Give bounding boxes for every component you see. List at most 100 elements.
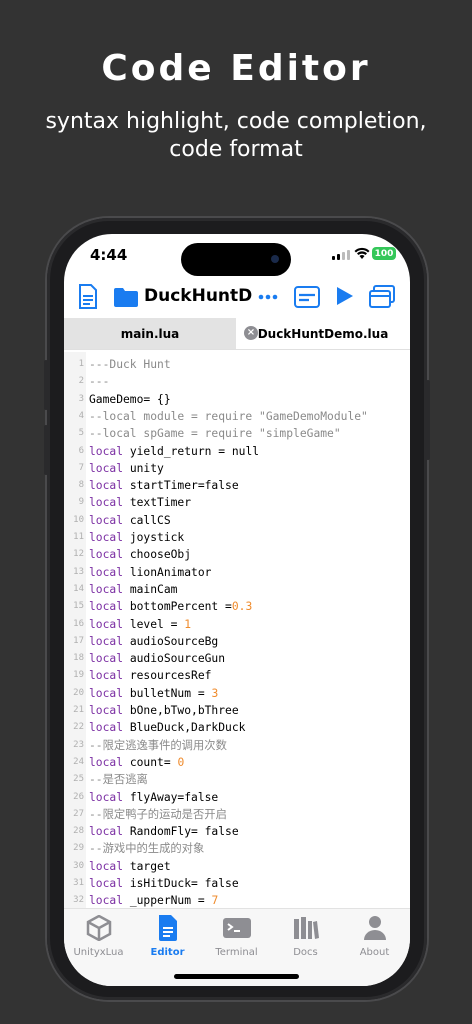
- code-text: local textTimer: [89, 494, 191, 511]
- code-line: 12 local chooseObj: [64, 546, 410, 563]
- line-number: 3: [78, 393, 84, 404]
- code-line: 9 local textTimer: [64, 494, 410, 511]
- code-line: 14 local mainCam: [64, 581, 410, 598]
- code-line: 4 --local module = require "GameDemoModul…: [64, 408, 410, 425]
- code-line: 28 local RandomFly= false: [64, 823, 410, 840]
- identifier-token: target: [123, 859, 171, 873]
- code-line: 13 local lionAnimator: [64, 564, 410, 581]
- file-title[interactable]: DuckHuntD...: [144, 286, 252, 306]
- code-line: 7 local unity: [64, 460, 410, 477]
- code-line: 20 local bulletNum = 3: [64, 685, 410, 702]
- identifier-token: yield_return = null: [123, 444, 260, 458]
- identifier-token: GameDemo= {}: [89, 392, 171, 406]
- tab-unityxlua[interactable]: UnityxLua: [64, 914, 133, 958]
- code-line: 32 local _upperNum = 7: [64, 892, 410, 908]
- comment-token: --游戏中的生成的对象: [89, 842, 205, 856]
- comment-token: --限定鸭子的运动是否开启: [89, 807, 227, 821]
- tab-duckhuntdemo-lua[interactable]: × DuckHuntDemo.lua: [236, 318, 410, 349]
- code-line: 6 local yield_return = null: [64, 443, 410, 460]
- line-number: 6: [78, 445, 84, 456]
- line-number: 27: [73, 808, 84, 819]
- code-line: 24 local count= 0: [64, 754, 410, 771]
- console-icon[interactable]: [294, 286, 320, 308]
- tab-about[interactable]: About: [340, 915, 409, 958]
- number-token: 0: [177, 755, 185, 769]
- folder-icon[interactable]: [114, 287, 138, 307]
- terminal-icon: [222, 918, 251, 938]
- code-text: local BlueDuck,DarkDuck: [89, 719, 245, 736]
- code-line: 21 local bOne,bTwo,bThree: [64, 702, 410, 719]
- code-editor[interactable]: 1 ---Duck Hunt 2 --- 3 GameDemo= {} 4 --local m…: [64, 352, 410, 908]
- line-number: 25: [73, 774, 84, 785]
- line-number: 32: [73, 895, 84, 906]
- line-number: 15: [73, 601, 84, 612]
- tab-label: Docs: [293, 947, 318, 958]
- code-text: local isHitDuck= false: [89, 875, 239, 892]
- tab-editor[interactable]: Editor: [133, 915, 202, 958]
- code-line: 27 --限定鸭子的运动是否开启: [64, 806, 410, 823]
- document-icon[interactable]: [78, 284, 98, 310]
- line-number: 4: [78, 410, 84, 421]
- volume-up-button: [44, 360, 48, 410]
- line-number: 19: [73, 670, 84, 681]
- keyword-token: local: [89, 669, 124, 683]
- wifi-icon: [354, 247, 370, 259]
- battery-level: 100: [374, 248, 394, 259]
- keyword-token: local: [89, 582, 124, 596]
- identifier-token: mainCam: [123, 582, 178, 596]
- tab-docs[interactable]: Docs: [271, 915, 340, 958]
- tab-label: About: [359, 947, 390, 958]
- comment-token: --local module = require "GameDemoModule…: [89, 409, 368, 423]
- keyword-token: local: [89, 444, 124, 458]
- tab-main-lua[interactable]: main.lua: [64, 318, 236, 349]
- keyword-token: local: [89, 513, 124, 527]
- code-text: local chooseObj: [89, 546, 191, 563]
- promo-title: Code Editor: [101, 48, 371, 89]
- keyword-token: local: [89, 790, 124, 804]
- line-number: 9: [78, 497, 84, 508]
- identifier-token: isHitDuck= false: [123, 877, 239, 890]
- code-text: --游戏中的生成的对象: [89, 840, 204, 857]
- line-number: 16: [73, 618, 84, 629]
- code-line: 2 ---: [64, 373, 410, 390]
- windows-icon[interactable]: [369, 285, 395, 309]
- comment-token: ---Duck Hunt: [89, 358, 171, 371]
- line-number: 1: [78, 359, 84, 369]
- more-icon[interactable]: [258, 294, 278, 300]
- keyword-token: local: [89, 877, 124, 890]
- tab-label: main.lua: [120, 326, 180, 341]
- identifier-token: unity: [123, 461, 164, 475]
- line-number: 29: [73, 843, 84, 854]
- tab-terminal[interactable]: Terminal: [202, 915, 271, 958]
- comment-token: --限定逃逸事件的调用次数: [89, 738, 227, 752]
- code-text: ---Duck Hunt: [89, 356, 171, 373]
- tab-label: Terminal: [215, 947, 258, 958]
- code-text: local unity: [89, 460, 164, 477]
- status-bar: 4:44 100: [64, 234, 410, 282]
- keyword-token: local: [89, 617, 124, 631]
- comment-token: --是否逃离: [89, 773, 148, 787]
- comment-token: --local spGame = require "simpleGame": [89, 427, 341, 441]
- line-number: 14: [73, 583, 84, 594]
- line-number: 2: [78, 376, 84, 387]
- code-text: GameDemo= {}: [89, 391, 171, 408]
- identifier-token: BlueDuck,DarkDuck: [123, 721, 246, 735]
- person-icon: [363, 916, 386, 940]
- run-play-icon[interactable]: [336, 286, 354, 306]
- identifier-token: _upperNum =: [123, 894, 212, 908]
- keyword-token: local: [89, 686, 124, 700]
- code-text: local yield_return = null: [89, 443, 259, 460]
- power-button: [426, 380, 430, 460]
- books-icon: [293, 917, 319, 939]
- code-text: local bottomPercent =0.3: [89, 598, 252, 615]
- home-indicator[interactable]: [174, 974, 299, 979]
- close-tab-icon[interactable]: ×: [244, 326, 258, 340]
- keyword-token: local: [89, 479, 124, 493]
- code-line: 26 local flyAway=false: [64, 789, 410, 806]
- code-text: local lionAnimator: [89, 564, 211, 581]
- code-line: 17 local audioSourceBg: [64, 633, 410, 650]
- line-number: 8: [78, 480, 84, 491]
- keyword-token: local: [89, 461, 124, 475]
- code-text: --local spGame = require "simpleGame": [89, 425, 341, 442]
- comment-token: ---: [89, 375, 110, 389]
